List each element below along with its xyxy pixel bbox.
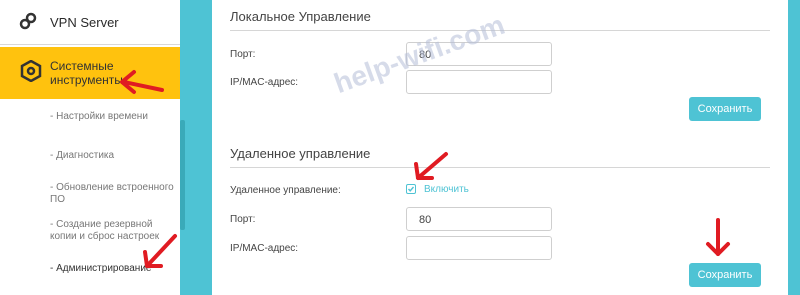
link-icon [18, 11, 38, 36]
gear-icon [20, 59, 42, 87]
remote-port-label: Порт: [230, 214, 256, 225]
remote-ip-input[interactable] [406, 236, 552, 260]
remote-save-button[interactable]: Сохранить [689, 263, 761, 287]
sidebar-subitem-firmware-update[interactable]: - Обновление встроенного ПО [50, 182, 178, 206]
annotation-arrow [120, 70, 164, 94]
sidebar-subitem-time-settings[interactable]: - Настройки времени [50, 111, 178, 123]
remote-enable-label: Удаленное управление: [230, 185, 341, 196]
annotation-arrow [143, 234, 177, 268]
annotation-arrow [414, 152, 448, 180]
local-save-button[interactable]: Сохранить [689, 97, 761, 121]
sidebar-item-label: VPN Server [50, 15, 119, 30]
sidebar-subitem-diagnostics[interactable]: - Диагностика [50, 150, 178, 162]
remote-port-input[interactable]: 80 [406, 207, 552, 231]
sidebar-item-vpn-server[interactable]: VPN Server [0, 0, 180, 45]
sidebar-scrollbar[interactable] [180, 120, 185, 230]
remote-ip-label: IP/MAC-адрес: [230, 243, 299, 254]
local-ip-label: IP/MAC-адрес: [230, 77, 299, 88]
annotation-arrow [706, 218, 730, 256]
remote-management-title: Удаленное управление [230, 146, 371, 161]
local-management-title: Локальное Управление [230, 9, 371, 24]
section-divider [230, 167, 770, 168]
local-ip-input[interactable] [406, 70, 552, 94]
local-port-label: Порт: [230, 49, 256, 60]
